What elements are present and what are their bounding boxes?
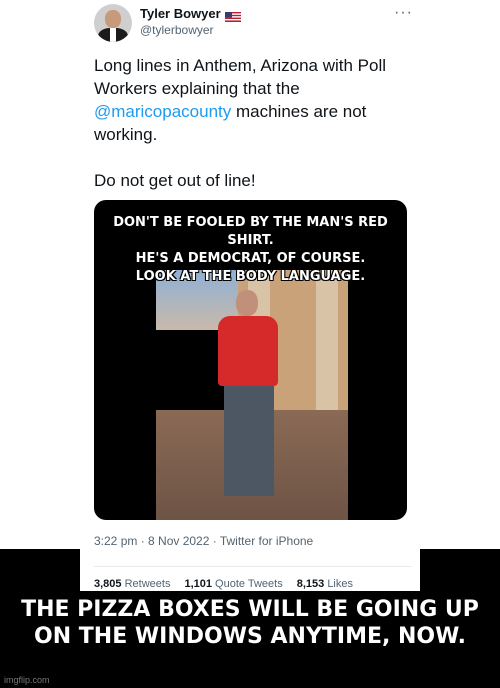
author-name[interactable]: Tyler Bowyer [140,6,221,21]
tweet-card: Tyler Bowyer @tylerbowyer ··· Long lines… [80,0,420,600]
author-handle[interactable]: @tylerbowyer [140,23,214,37]
meme-bottom-line2: ON THE WINDOWS ANYTIME, NOW. [34,624,466,649]
tweet-stats: 3,805 Retweets 1,101 Quote Tweets 8,153 … [94,578,353,590]
tweet-text: Long lines in Anthem, Arizona with Poll … [94,54,414,192]
meme-bottom-caption: THE PIZZA BOXES WILL BE GOING UP ON THE … [0,596,500,650]
likes-stat[interactable]: 8,153 Likes [297,578,353,590]
meme-top-line3: LOOK AT THE BODY LANGUAGE. [135,269,366,284]
meme-bottom-line1: THE PIZZA BOXES WILL BE GOING UP [21,597,479,622]
avatar[interactable] [94,4,132,42]
watermark: imgflip.com [4,675,50,685]
divider [94,566,412,567]
meme-top-line1: DON'T BE FOOLED BY THE MAN'S RED SHIRT. [113,215,388,248]
quotes-stat[interactable]: 1,101 Quote Tweets [184,578,282,590]
author-row: Tyler Bowyer [140,6,241,22]
tweet-text-part1: Long lines in Anthem, Arizona with Poll … [94,56,387,98]
tweet-video[interactable]: DON'T BE FOOLED BY THE MAN'S RED SHIRT. … [94,200,407,520]
tweet-text-line2: Do not get out of line! [94,171,256,190]
tweet-meta: 3:22 pm · 8 Nov 2022 · Twitter for iPhon… [94,534,314,548]
meme-top-line2: HE'S A DEMOCRAT, OF COURSE. [135,251,366,266]
meme-top-caption: DON'T BE FOOLED BY THE MAN'S RED SHIRT. … [94,214,407,286]
us-flag-icon [224,9,241,22]
more-options-icon[interactable]: ··· [394,4,413,22]
retweets-stat[interactable]: 3,805 Retweets [94,578,170,590]
mention-link[interactable]: @maricopacounty [94,102,231,121]
video-frame [156,270,348,520]
